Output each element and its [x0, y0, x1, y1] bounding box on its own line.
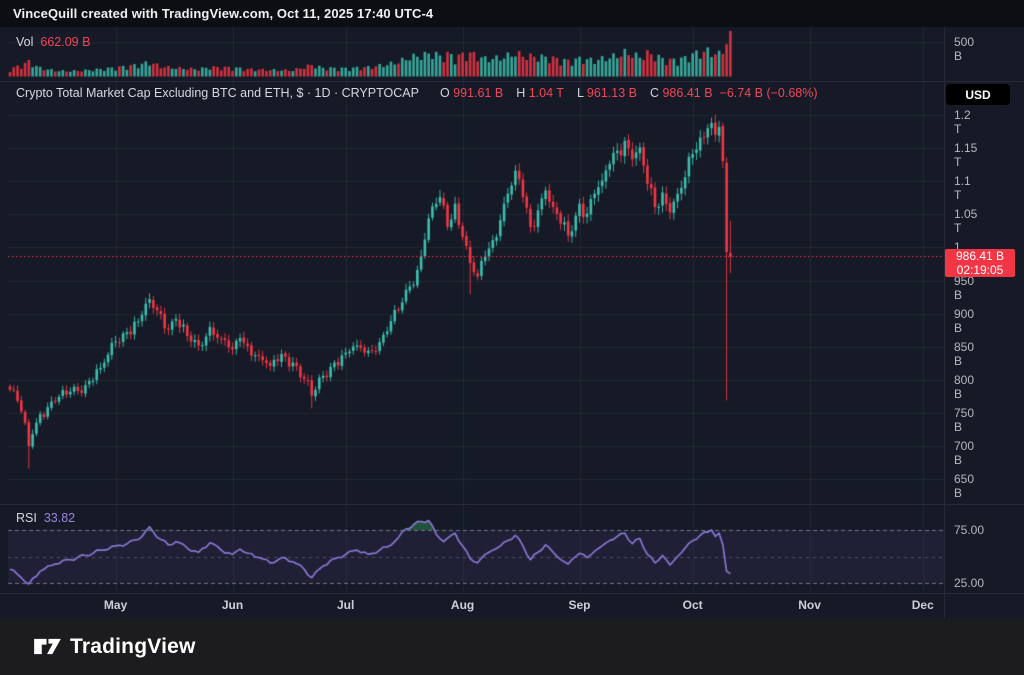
time-axis-label-sep: Sep [569, 598, 591, 612]
pane-separator-rsi[interactable] [0, 504, 1024, 505]
time-axis-label-nov: Nov [798, 598, 821, 612]
price-axis-border [944, 27, 945, 618]
volume-legend-value: 662.09 B [40, 35, 90, 49]
volume-legend-label: Vol [16, 35, 33, 49]
price-axis-label: 650 B [954, 472, 974, 500]
pane-separator-volume[interactable] [0, 81, 1024, 82]
rsi-axis-label: 75.00 [954, 523, 984, 537]
price-axis-label: 1.2 T [954, 108, 971, 136]
time-axis-label-jun: Jun [222, 598, 243, 612]
price-axis-label: 900 B [954, 307, 974, 335]
ohlc-close: C 986.41 B [644, 86, 713, 100]
price-axis-label: 850 B [954, 340, 974, 368]
price-axis-label: 1.1 T [954, 174, 971, 202]
time-axis-label-aug: Aug [451, 598, 474, 612]
price-axis-label: 950 B [954, 274, 974, 302]
time-axis-label-oct: Oct [683, 598, 703, 612]
symbol-legend[interactable]: Crypto Total Market Cap Excluding BTC an… [16, 86, 818, 100]
chart-canvas[interactable] [0, 27, 1024, 618]
time-axis[interactable]: May Jun Jul Aug Sep Oct Nov Dec [0, 593, 944, 618]
tradingview-chart-page: VinceQuill created with TradingView.com,… [0, 0, 1024, 675]
rsi-legend-label: RSI [16, 511, 37, 525]
attribution-text: VinceQuill created with TradingView.com,… [0, 6, 433, 21]
price-axis-label: 1.15 T [954, 141, 977, 169]
price-axis-label: 1.05 T [954, 207, 977, 235]
time-axis-label-jul: Jul [337, 598, 354, 612]
change-value: −6.74 B (−0.68%) [720, 86, 818, 100]
currency-toggle-button[interactable]: USD [946, 84, 1010, 105]
ohlc-open: O 991.61 B [434, 86, 503, 100]
rsi-legend[interactable]: RSI 33.82 [16, 511, 75, 525]
symbol-title[interactable]: Crypto Total Market Cap Excluding BTC an… [16, 86, 419, 100]
time-axis-label-may: May [104, 598, 127, 612]
bar-countdown: 02:19:05 [945, 263, 1015, 277]
price-axis-label: 700 B [954, 439, 974, 467]
rsi-axis-label: 25.00 [954, 576, 984, 590]
tradingview-logo-icon[interactable] [34, 636, 61, 657]
volume-axis-label: 500 B [954, 35, 974, 63]
ohlc-high: H 1.04 T [510, 86, 564, 100]
volume-legend[interactable]: Vol 662.09 B [16, 35, 90, 49]
last-price-value: 986.41 B [945, 249, 1015, 263]
last-price-badge[interactable]: 986.41 B 02:19:05 [945, 249, 1015, 277]
rsi-legend-value: 33.82 [44, 511, 75, 525]
footer-bar: TradingView [0, 618, 1024, 675]
price-axis-label: 750 B [954, 406, 974, 434]
time-axis-label-dec: Dec [912, 598, 934, 612]
tradingview-brand-text[interactable]: TradingView [70, 635, 196, 659]
attribution-bar: VinceQuill created with TradingView.com,… [0, 0, 1024, 27]
price-axis-label: 800 B [954, 373, 974, 401]
ohlc-low: L 961.13 B [571, 86, 637, 100]
